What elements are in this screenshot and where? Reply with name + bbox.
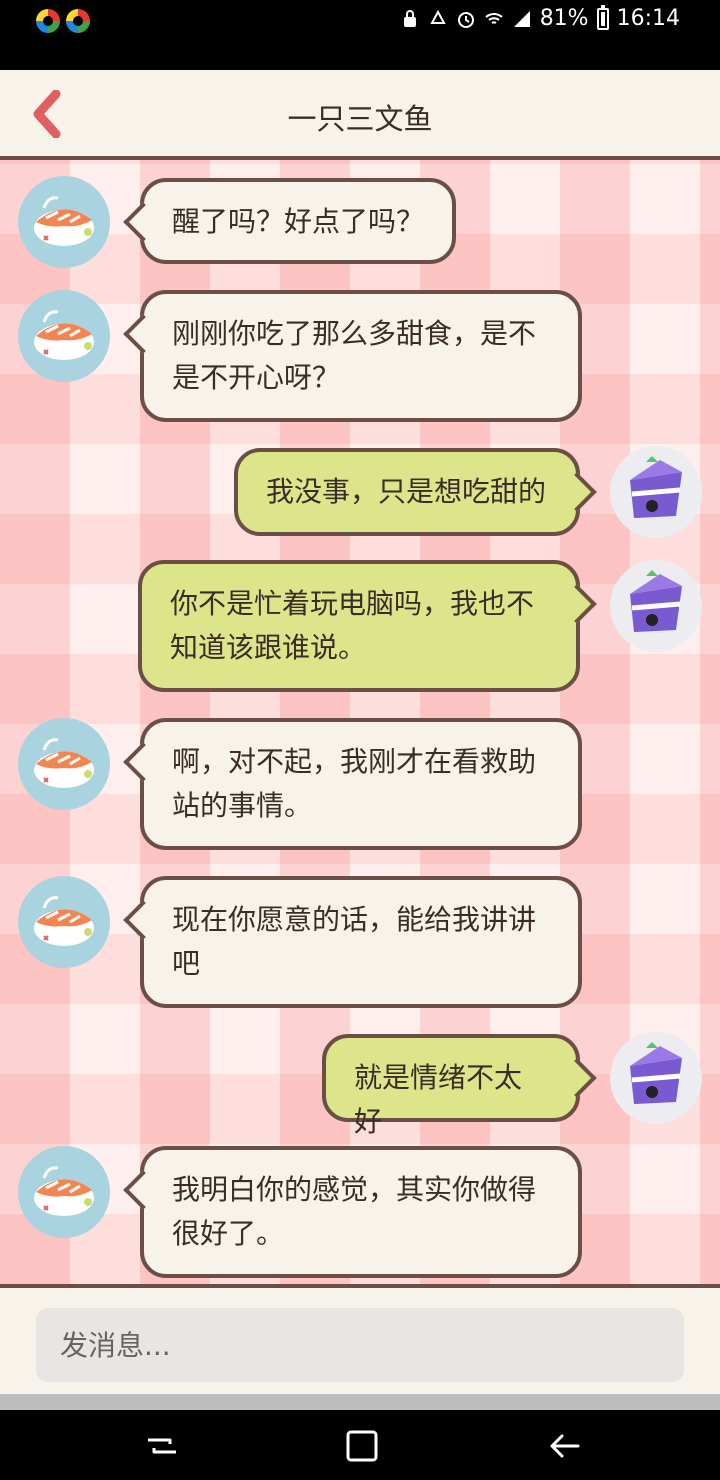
message-bubble: 醒了吗？好点了吗？	[123, 178, 456, 264]
message-bubble: 啊，对不起，我刚才在看救助站的事情。	[123, 718, 582, 850]
salmon-sushi-avatar[interactable]	[18, 290, 110, 382]
message-bubble: 就是情绪不太好	[322, 1034, 597, 1138]
salmon-sushi-avatar[interactable]	[18, 718, 110, 810]
message-row: 现在你愿意的话，能给我讲讲吧	[0, 876, 720, 1008]
lock-icon	[403, 9, 416, 27]
message-text: 现在你愿意的话，能给我讲讲吧	[172, 903, 537, 980]
message-row: 我明白你的感觉，其实你做得很好了。	[0, 1146, 720, 1278]
message-text: 你不是忙着玩电脑吗，我也不知道该跟谁说。	[170, 587, 535, 664]
message-text: 刚刚你吃了那么多甜食，是不是不开心呀？	[172, 317, 537, 394]
page-title: 一只三文鱼	[287, 102, 433, 136]
status-bar: 81% 16:14	[0, 0, 720, 70]
salmon-sushi-avatar[interactable]	[18, 876, 110, 968]
cake-avatar[interactable]	[610, 1032, 702, 1124]
message-text: 我没事，只是想吃甜的	[266, 475, 547, 508]
message-row: 你不是忙着玩电脑吗，我也不知道该跟谁说。	[0, 560, 720, 692]
notification-icons	[36, 9, 90, 33]
message-bubble: 我没事，只是想吃甜的	[234, 448, 597, 536]
message-row: 醒了吗？好点了吗？	[0, 176, 720, 268]
system-nav-bar	[0, 1410, 720, 1480]
salmon-sushi-avatar[interactable]	[18, 1146, 110, 1238]
message-input-bar	[0, 1288, 720, 1394]
message-row: 刚刚你吃了那么多甜食，是不是不开心呀？	[0, 290, 720, 422]
recent-apps-button[interactable]	[140, 1424, 184, 1468]
cake-avatar[interactable]	[610, 560, 702, 652]
battery-percent: 81%	[539, 6, 589, 31]
message-text: 啊，对不起，我刚才在看救助站的事情。	[172, 745, 537, 822]
nav-back-icon	[550, 1434, 580, 1458]
app-notification-icon	[36, 9, 60, 33]
app-notification-icon	[66, 9, 90, 33]
clock: 16:14	[616, 6, 680, 31]
message-bubble: 你不是忙着玩电脑吗，我也不知道该跟谁说。	[138, 560, 597, 692]
message-text: 就是情绪不太好	[354, 1061, 523, 1138]
message-row: 就是情绪不太好	[0, 1032, 720, 1138]
chat-area[interactable]: 醒了吗？好点了吗？ 刚刚你吃了那么多甜食，是不是不开心呀？ 我没事，只是想吃甜的…	[0, 160, 720, 1288]
recent-apps-icon	[148, 1438, 176, 1454]
nav-back-button[interactable]	[542, 1424, 586, 1468]
chat-header: 一只三文鱼	[0, 70, 720, 160]
message-text: 我明白你的感觉，其实你做得很好了。	[172, 1173, 537, 1250]
signal-icon	[513, 10, 530, 27]
alarm-icon	[457, 11, 474, 28]
message-bubble: 我明白你的感觉，其实你做得很好了。	[123, 1146, 582, 1278]
battery-icon	[596, 4, 609, 30]
message-row: 啊，对不起，我刚才在看救助站的事情。	[0, 718, 720, 850]
cake-avatar[interactable]	[610, 446, 702, 538]
divider	[0, 1394, 720, 1410]
message-row: 我没事，只是想吃甜的	[0, 446, 720, 538]
message-bubble: 刚刚你吃了那么多甜食，是不是不开心呀？	[123, 290, 582, 422]
home-icon	[346, 1430, 378, 1462]
wifi-icon	[485, 12, 503, 24]
recycle-icon	[430, 9, 446, 24]
message-text: 醒了吗？好点了吗？	[172, 205, 425, 238]
message-bubble: 现在你愿意的话，能给我讲讲吧	[123, 876, 582, 1008]
status-indicators: 81% 16:14	[400, 4, 680, 31]
message-input[interactable]	[36, 1308, 684, 1382]
salmon-sushi-avatar[interactable]	[18, 176, 110, 268]
home-button[interactable]	[340, 1424, 384, 1468]
